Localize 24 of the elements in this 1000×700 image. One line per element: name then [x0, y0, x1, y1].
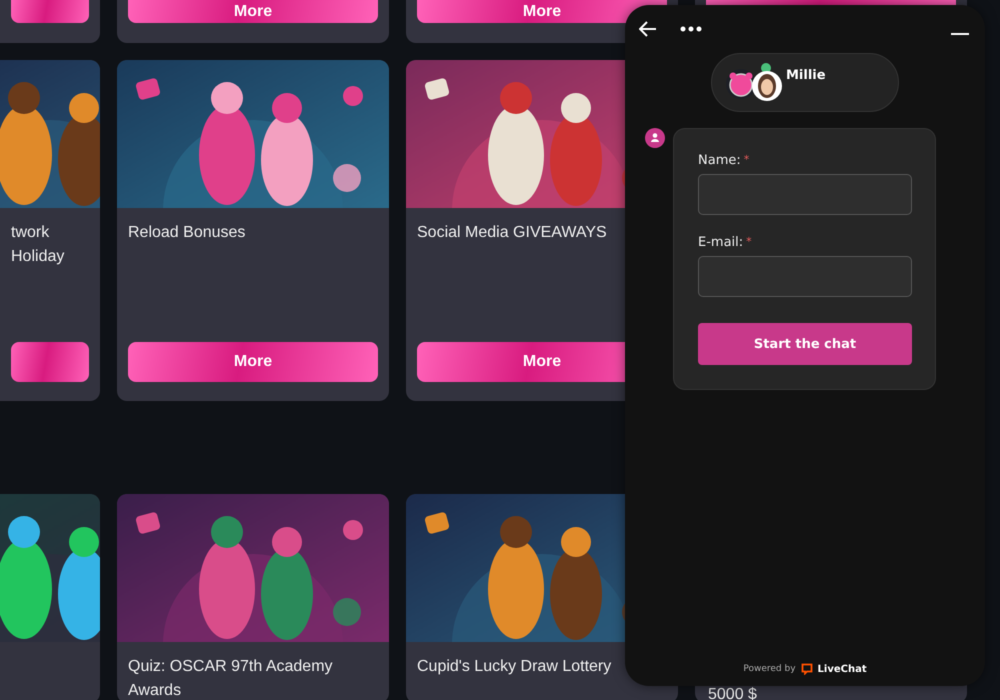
- avatar-icon: [726, 66, 784, 102]
- minimize-icon[interactable]: [951, 33, 969, 35]
- powered-by-label: Powered by: [743, 664, 796, 674]
- field-label: E-mail: *: [698, 235, 753, 250]
- card-title: Reload Bonuses: [127, 223, 246, 243]
- input-field[interactable]: [698, 256, 912, 297]
- brand-name[interactable]: LiveChat: [818, 664, 867, 674]
- user-icon: [645, 128, 665, 148]
- more-button[interactable]: [11, 342, 89, 382]
- back-icon[interactable]: [639, 21, 657, 37]
- agent-name: Millie: [786, 68, 826, 83]
- field-label: Name: *: [698, 153, 750, 168]
- chat-bubble-icon: [800, 663, 813, 675]
- start-chat-button[interactable]: Start the chat: [698, 323, 912, 365]
- more-icon[interactable]: [680, 26, 702, 32]
- card-title: Cupid's Lucky Draw Lottery: [416, 657, 612, 677]
- card-title: twork Holiday: [10, 223, 66, 267]
- more-button[interactable]: More: [128, 342, 378, 382]
- card-title: Social Media GIVEAWAYS: [416, 223, 608, 243]
- more-button[interactable]: [11, 0, 89, 23]
- prize-amount: 5000 $: [708, 688, 757, 700]
- input-field[interactable]: [698, 174, 912, 215]
- more-button[interactable]: More: [128, 0, 378, 23]
- card-title: Quiz: OSCAR 97th Academy Awards: [127, 657, 334, 700]
